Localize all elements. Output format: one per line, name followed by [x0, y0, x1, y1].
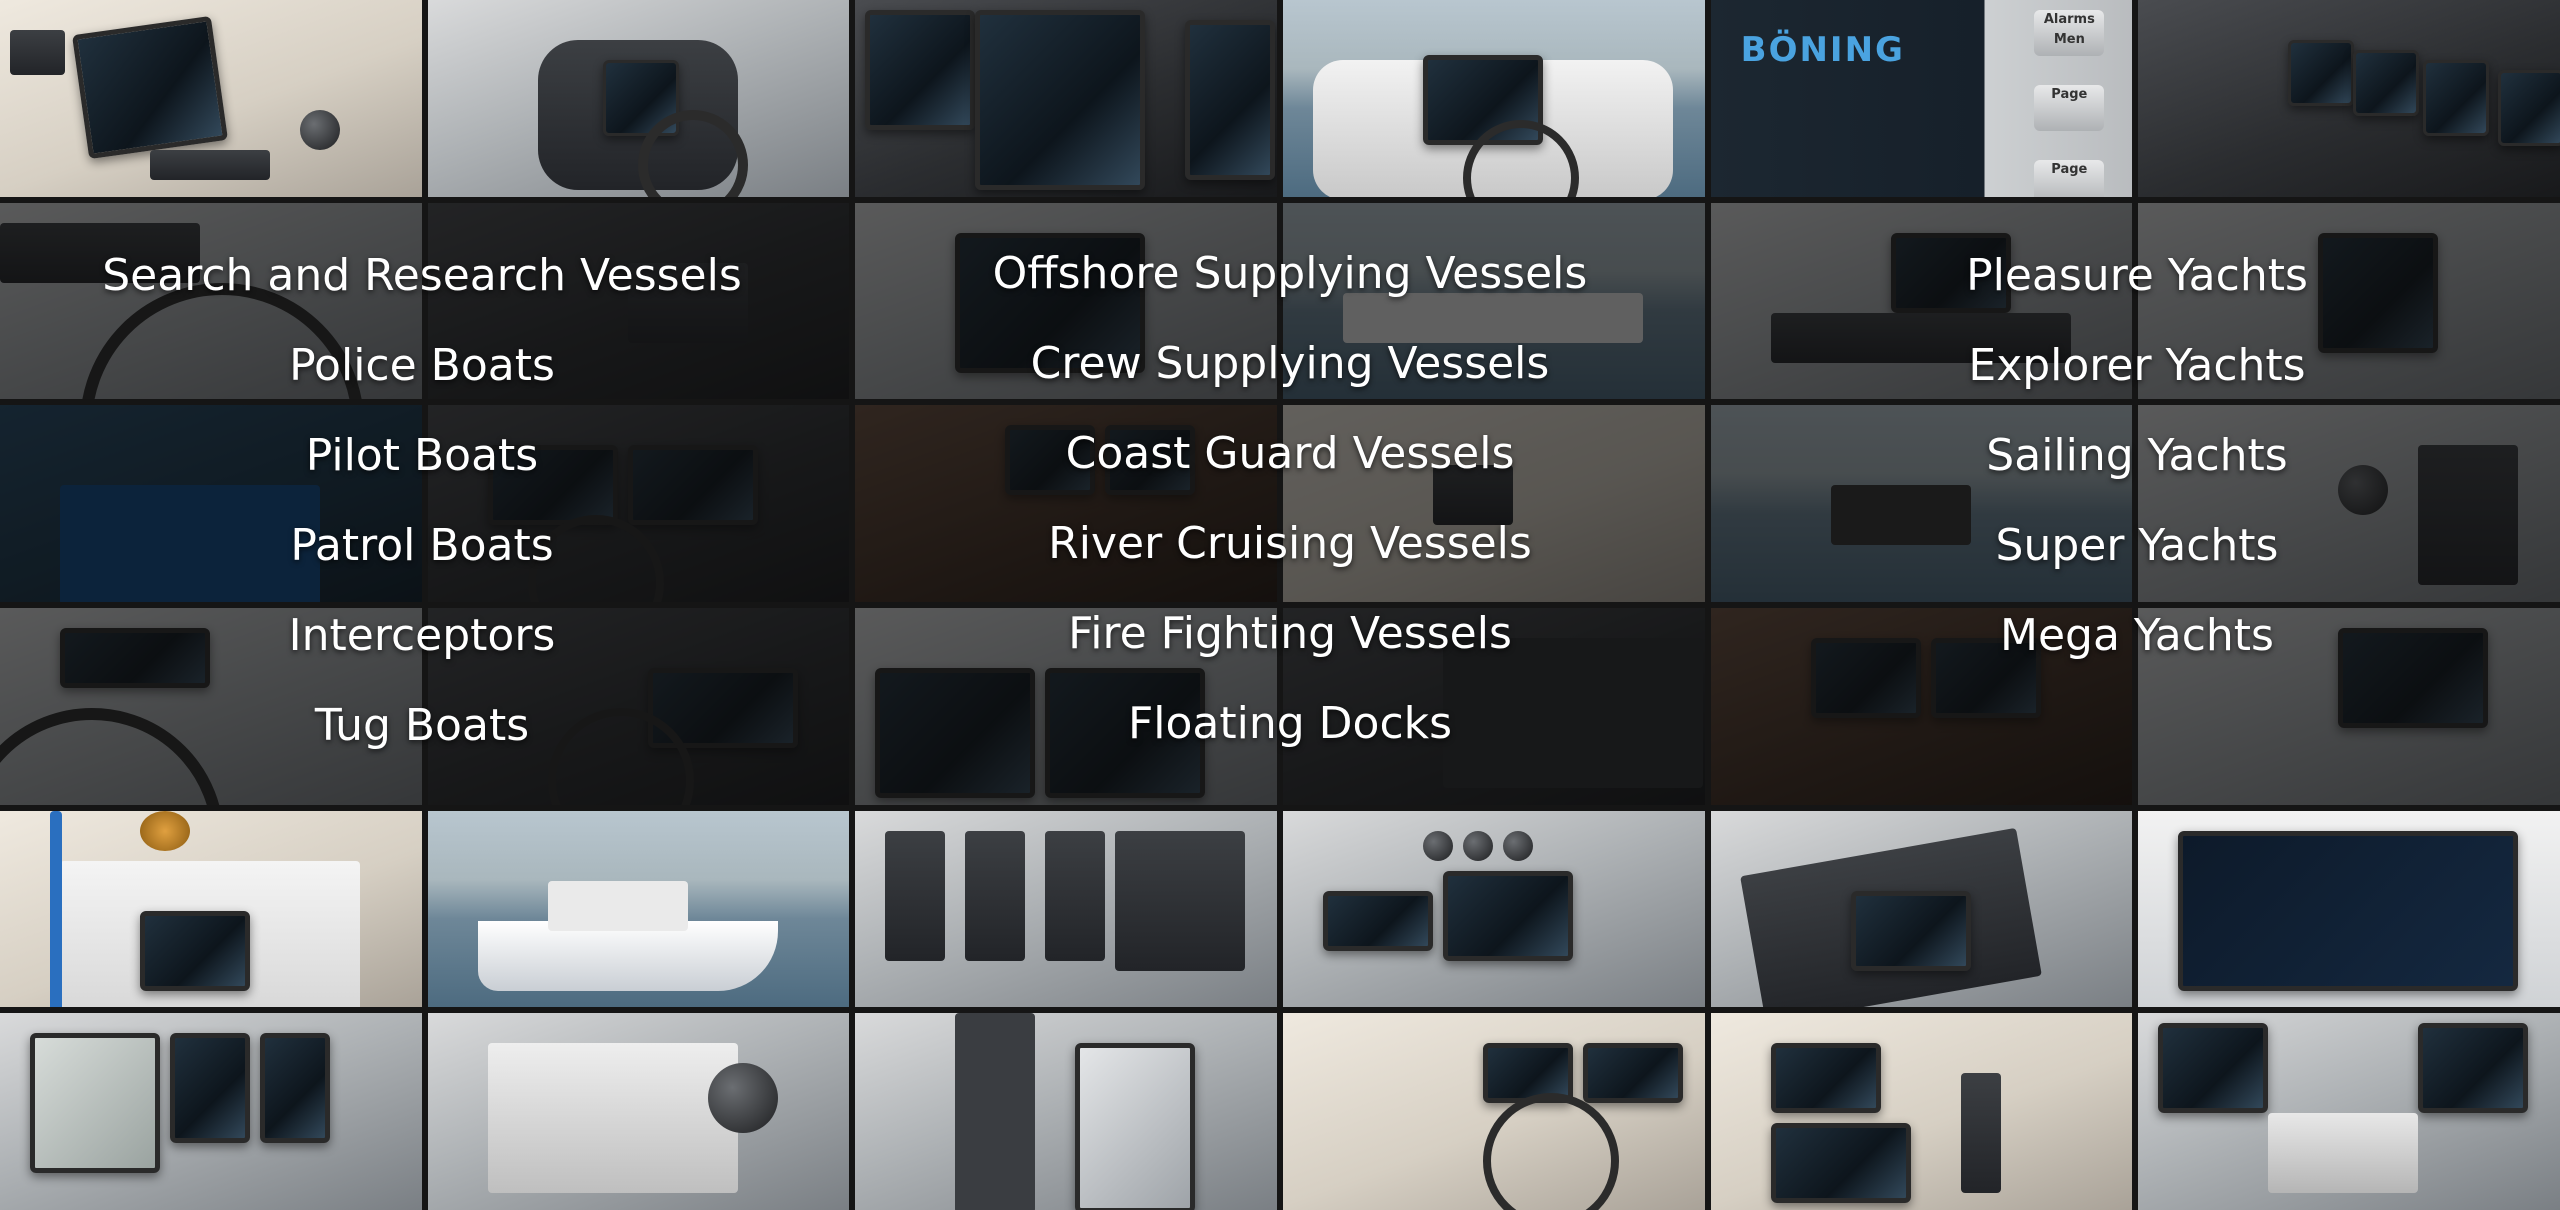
category-super-yachts[interactable]: Super Yachts: [1996, 520, 2279, 571]
photo-tile: [1282, 1013, 1705, 1210]
category-floating-docks[interactable]: Floating Docks: [1128, 698, 1452, 749]
photo-tile: [1710, 1013, 2133, 1210]
photo-tile: [0, 810, 422, 1008]
category-river-cruising-vessels[interactable]: River Cruising Vessels: [1048, 518, 1532, 569]
category-tug-boats[interactable]: Tug Boats: [315, 700, 529, 751]
category-sailing-yachts[interactable]: Sailing Yachts: [1986, 430, 2287, 481]
photo-tile: [0, 1013, 422, 1210]
category-interceptors[interactable]: Interceptors: [289, 610, 556, 661]
category-crew-supplying-vessels[interactable]: Crew Supplying Vessels: [1031, 338, 1550, 389]
photo-tile: [2138, 810, 2560, 1008]
photo-tile: BÖNING Alarms Men Page Page: [1710, 0, 2133, 197]
category-mega-yachts[interactable]: Mega Yachts: [2000, 610, 2274, 661]
photo-tile: [855, 810, 1277, 1008]
category-search-and-research-vessels[interactable]: Search and Research Vessels: [102, 250, 742, 301]
category-police-boats[interactable]: Police Boats: [289, 340, 555, 391]
photo-mosaic: BÖNING Alarms Men Page Page: [0, 0, 2560, 1210]
photo-tile: [427, 1013, 850, 1210]
category-fire-fighting-vessels[interactable]: Fire Fighting Vessels: [1068, 608, 1512, 659]
photo-tile: [2138, 1013, 2560, 1210]
photo-tile: [855, 1013, 1277, 1210]
photo-tile: [427, 810, 850, 1008]
photo-tile: [1282, 810, 1705, 1008]
page-key: Page: [2034, 85, 2105, 131]
photo-tile: [1710, 810, 2133, 1008]
alarms-key: Alarms Men: [2034, 10, 2105, 56]
photo-tile: [2138, 0, 2560, 197]
category-pilot-boats[interactable]: Pilot Boats: [306, 430, 538, 481]
photo-tile: [0, 0, 422, 197]
category-patrol-boats[interactable]: Patrol Boats: [290, 520, 553, 571]
photo-tile: [1282, 0, 1705, 197]
category-explorer-yachts[interactable]: Explorer Yachts: [1968, 340, 2305, 391]
category-coast-guard-vessels[interactable]: Coast Guard Vessels: [1066, 428, 1515, 479]
brand-logo: BÖNING: [1740, 30, 1905, 70]
page-key: Page: [2034, 160, 2105, 197]
photo-tile: [427, 0, 850, 197]
category-pleasure-yachts[interactable]: Pleasure Yachts: [1966, 250, 2308, 301]
photo-tile: [855, 0, 1277, 197]
category-offshore-supplying-vessels[interactable]: Offshore Supplying Vessels: [993, 248, 1588, 299]
